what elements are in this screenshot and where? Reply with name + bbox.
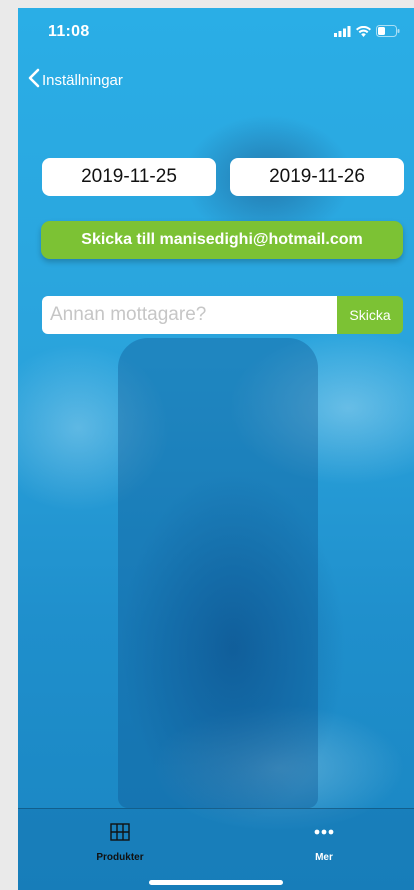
app-screen: 11:08 Inställningar 2019-11-25 2019-11-2… <box>18 8 414 890</box>
grid-icon <box>110 823 130 846</box>
back-button[interactable]: Inställningar <box>28 68 123 92</box>
navigation-bar: Inställningar <box>18 64 414 100</box>
background-photo <box>118 338 318 808</box>
status-time: 11:08 <box>48 23 90 40</box>
send-button[interactable]: Skicka <box>337 296 403 334</box>
send-to-default-button[interactable]: Skicka till manisedighi@hotmail.com <box>41 221 403 259</box>
more-dots-icon <box>313 823 335 846</box>
tab-mer[interactable]: Mer <box>264 823 384 863</box>
status-icons <box>334 24 400 42</box>
tab-produkter[interactable]: Produkter <box>60 823 180 863</box>
signal-icon <box>334 24 351 42</box>
to-date-field[interactable]: 2019-11-26 <box>230 158 404 196</box>
tab-bar: Produkter Mer <box>18 808 414 890</box>
chevron-left-icon <box>28 68 40 92</box>
home-indicator[interactable] <box>149 880 283 885</box>
wifi-icon <box>356 24 371 42</box>
battery-icon <box>376 24 400 42</box>
recipient-input[interactable] <box>42 296 337 334</box>
tab-mer-label: Mer <box>315 852 333 863</box>
from-date-field[interactable]: 2019-11-25 <box>42 158 216 196</box>
date-range: 2019-11-25 2019-11-26 <box>42 158 404 196</box>
tab-produkter-label: Produkter <box>96 852 144 863</box>
recipient-row: Skicka <box>42 296 403 334</box>
back-button-label: Inställningar <box>42 71 123 89</box>
status-bar: 11:08 <box>18 8 414 56</box>
